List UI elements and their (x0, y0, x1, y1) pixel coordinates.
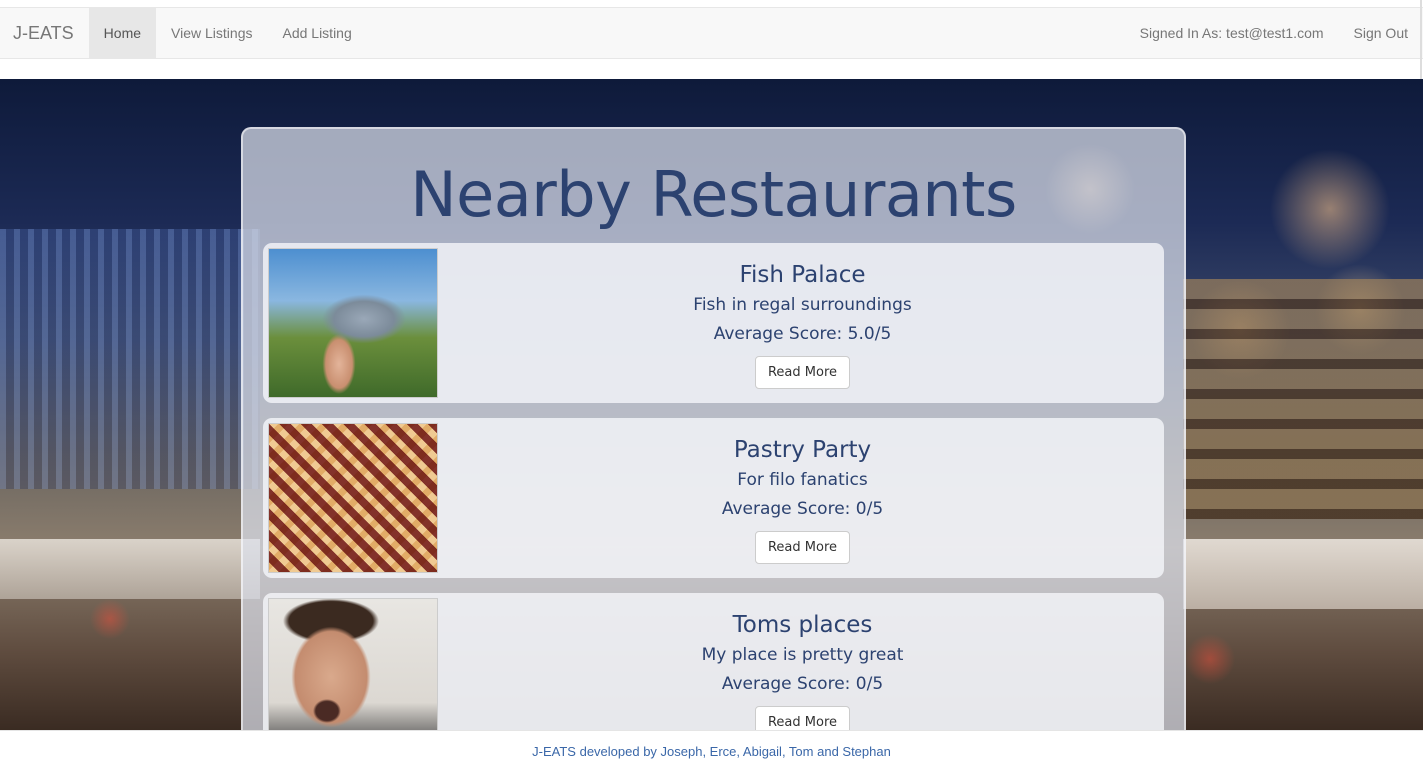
footer: J-EATS developed by Joseph, Erce, Abigai… (0, 730, 1423, 763)
listing-image (268, 423, 438, 573)
listing-score: Average Score: 5.0/5 (713, 324, 892, 344)
dining-table-right-image (1183, 539, 1423, 609)
listing-name: Fish Palace (739, 262, 866, 288)
listing-score: Average Score: 0/5 (721, 499, 884, 519)
listing-info: Fish Palace Fish in regal surroundings A… (441, 243, 1164, 389)
listing-description: My place is pretty great (701, 645, 904, 665)
listing-card: Fish Palace Fish in regal surroundings A… (263, 243, 1164, 403)
listing-score: Average Score: 0/5 (721, 674, 884, 694)
listing-info: Toms places My place is pretty great Ave… (441, 593, 1164, 739)
footer-credit: J-EATS developed by Joseph, Erce, Abigai… (532, 744, 891, 759)
read-more-button[interactable]: Read More (754, 356, 851, 389)
nav-right: Signed In As: test@test1.com Sign Out (1125, 8, 1423, 58)
listing-image (268, 598, 438, 748)
pie-photo (269, 424, 437, 572)
nav-view-listings[interactable]: View Listings (156, 8, 267, 58)
sign-out-link[interactable]: Sign Out (1339, 8, 1423, 58)
listing-card: Toms places My place is pretty great Ave… (263, 593, 1164, 753)
listing-card: Pastry Party For filo fanatics Average S… (263, 418, 1164, 578)
listing-name: Pastry Party (733, 437, 872, 463)
listing-info: Pastry Party For filo fanatics Average S… (441, 418, 1164, 564)
signed-in-label: Signed In As: test@test1.com (1139, 25, 1324, 41)
fish-photo (269, 249, 437, 397)
nav-add-listing[interactable]: Add Listing (267, 8, 366, 58)
listing-description: Fish in regal surroundings (693, 295, 912, 315)
bar-shelves-image (1183, 279, 1423, 519)
city-skyline-image (0, 229, 260, 489)
listing-description: For filo fanatics (737, 470, 868, 490)
dining-table-left-image (0, 539, 260, 599)
nav-home[interactable]: Home (88, 8, 157, 58)
navbar: J-EATS Home View Listings Add Listing Si… (0, 7, 1423, 59)
person-photo (269, 599, 437, 747)
brand-link[interactable]: J-EATS (0, 8, 89, 58)
listing-name: Toms places (732, 612, 873, 638)
page-title: Nearby Restaurants (410, 158, 1017, 231)
listing-image (268, 248, 438, 398)
read-more-button[interactable]: Read More (754, 531, 851, 564)
